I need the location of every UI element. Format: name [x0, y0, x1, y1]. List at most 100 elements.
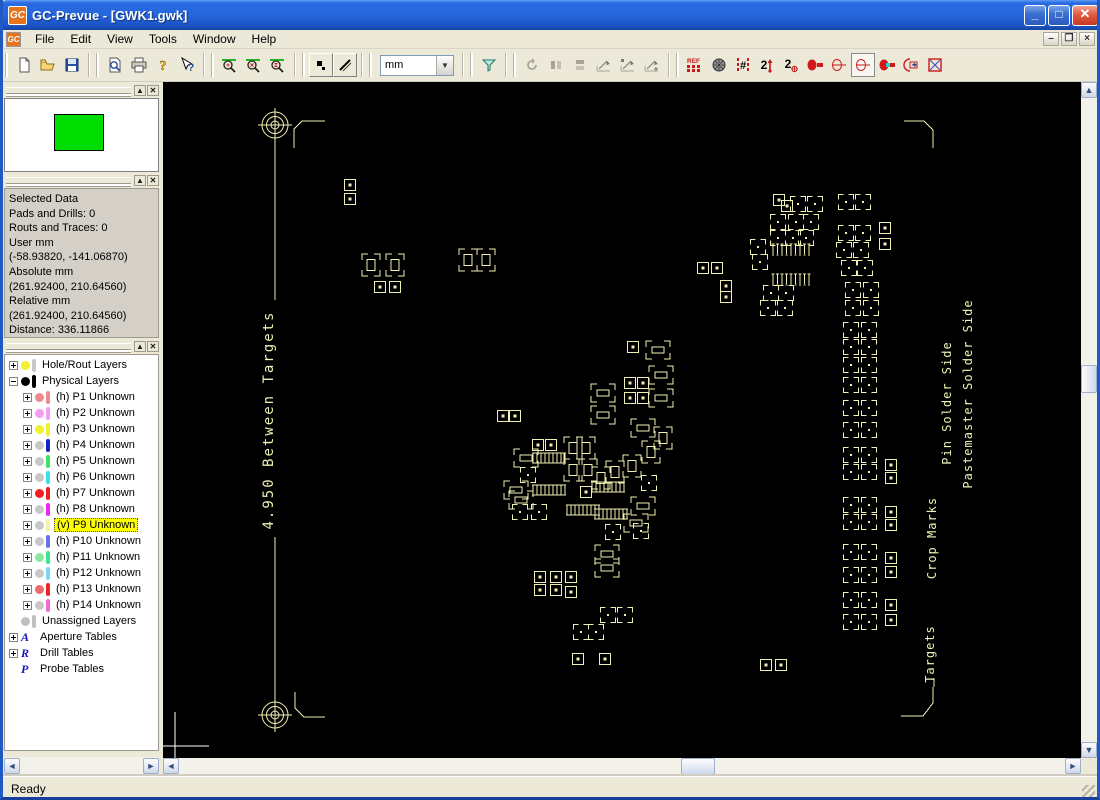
- scroll-up-icon[interactable]: ▲: [1081, 82, 1097, 98]
- vertical-scrollbar[interactable]: ▲ ▼: [1081, 82, 1097, 758]
- tree-item[interactable]: (h) P11 Unknown: [5, 549, 158, 565]
- zoom-extents-button[interactable]: [266, 53, 290, 77]
- board-overview-panel[interactable]: [4, 98, 159, 172]
- layer-color-dot-icon[interactable]: [35, 520, 44, 530]
- layer-color-dot-icon[interactable]: [35, 472, 44, 482]
- print-preview-button[interactable]: [103, 53, 127, 77]
- layer-label[interactable]: Drill Tables: [38, 647, 96, 659]
- collapse-icon[interactable]: [9, 376, 18, 386]
- layer-color-dot-icon[interactable]: [35, 456, 44, 466]
- layer-color-bar-icon[interactable]: [46, 582, 50, 596]
- units-combobox[interactable]: mm ▼: [380, 54, 454, 76]
- pad-outline-button[interactable]: [827, 53, 851, 77]
- print-button[interactable]: [127, 53, 151, 77]
- expand-icon[interactable]: [23, 456, 32, 466]
- tree-item[interactable]: (h) P5 Unknown: [5, 453, 158, 469]
- expand-icon[interactable]: [23, 408, 32, 418]
- pad-fill-cyan-button[interactable]: [875, 53, 899, 77]
- layer-color-bar-icon[interactable]: [46, 438, 50, 452]
- layer-label[interactable]: (h) P4 Unknown: [54, 439, 137, 451]
- two-up-button[interactable]: 2: [755, 53, 779, 77]
- menu-help[interactable]: Help: [244, 30, 285, 48]
- expand-icon[interactable]: [23, 472, 32, 482]
- open-button[interactable]: [36, 53, 60, 77]
- layer-color-bar-icon[interactable]: [46, 470, 50, 484]
- scroll-left-icon[interactable]: ◄: [4, 757, 20, 774]
- child-minimize-button[interactable]: –: [1043, 32, 1059, 46]
- maximize-button[interactable]: □: [1048, 4, 1070, 26]
- tree-item[interactable]: (h) P14 Unknown: [5, 597, 158, 613]
- layer-color-dot-icon[interactable]: [35, 552, 44, 562]
- layer-color-bar-icon[interactable]: [46, 502, 50, 516]
- layer-color-dot-icon[interactable]: [21, 376, 30, 386]
- expand-icon[interactable]: [9, 632, 18, 642]
- tree-item[interactable]: (h) P6 Unknown: [5, 469, 158, 485]
- panel-close-icon[interactable]: ✕: [147, 175, 159, 186]
- menu-edit[interactable]: Edit: [62, 30, 99, 48]
- layer-color-dot-icon[interactable]: [21, 360, 30, 370]
- tree-item[interactable]: A Aperture Tables: [5, 629, 158, 645]
- layer-color-dot-icon[interactable]: [35, 424, 44, 434]
- panel-gripper[interactable]: [6, 177, 131, 184]
- panel-collapse-icon[interactable]: ▲: [134, 175, 146, 186]
- tree-item[interactable]: Hole/Rout Layers: [5, 357, 158, 373]
- pad-mode-toggle[interactable]: [309, 53, 333, 77]
- layer-label[interactable]: Probe Tables: [38, 663, 106, 675]
- context-help-button[interactable]: ?: [175, 53, 199, 77]
- tree-item[interactable]: (h) P4 Unknown: [5, 437, 158, 453]
- layer-color-bar-icon[interactable]: [46, 454, 50, 468]
- layer-color-dot-icon[interactable]: [35, 536, 44, 546]
- menu-tools[interactable]: Tools: [141, 30, 185, 48]
- save-button[interactable]: [60, 53, 84, 77]
- expand-icon[interactable]: [23, 488, 32, 498]
- layer-label[interactable]: (h) P3 Unknown: [54, 423, 137, 435]
- layer-color-dot-icon[interactable]: [35, 392, 44, 402]
- expand-icon[interactable]: [23, 568, 32, 578]
- trace-mode-toggle[interactable]: [333, 53, 357, 77]
- expand-icon[interactable]: [23, 536, 32, 546]
- layer-color-bar-icon[interactable]: [46, 534, 50, 548]
- layer-color-bar-icon[interactable]: [46, 566, 50, 580]
- scroll-left-icon[interactable]: ◄: [163, 758, 179, 774]
- expand-icon[interactable]: [23, 552, 32, 562]
- pad-outline-active-button[interactable]: [851, 53, 875, 77]
- copy-rotate-button[interactable]: [899, 53, 923, 77]
- layer-color-bar-icon[interactable]: [46, 598, 50, 612]
- layer-color-bar-icon[interactable]: [32, 358, 36, 372]
- tree-item[interactable]: (h) P1 Unknown: [5, 389, 158, 405]
- layer-color-dot-icon[interactable]: [35, 568, 44, 578]
- layer-color-bar-icon[interactable]: [46, 422, 50, 436]
- layer-label[interactable]: (h) P5 Unknown: [54, 455, 137, 467]
- panel-gripper[interactable]: [6, 87, 131, 94]
- tree-item[interactable]: (h) P3 Unknown: [5, 421, 158, 437]
- document-icon[interactable]: GC: [6, 31, 21, 47]
- layer-label[interactable]: (h) P6 Unknown: [54, 471, 137, 483]
- scroll-down-icon[interactable]: ▼: [1081, 742, 1097, 758]
- layer-color-bar-icon[interactable]: [46, 518, 50, 532]
- tree-horizontal-scrollbar[interactable]: ◄ ►: [4, 757, 159, 774]
- menu-window[interactable]: Window: [185, 30, 244, 48]
- layer-color-bar-icon[interactable]: [46, 486, 50, 500]
- layer-color-dot-icon[interactable]: [35, 504, 44, 514]
- panel-gripper[interactable]: [6, 343, 131, 350]
- expand-icon[interactable]: [23, 520, 32, 530]
- scroll-right-icon[interactable]: ►: [143, 757, 159, 774]
- expand-icon[interactable]: [23, 504, 32, 514]
- menu-file[interactable]: File: [27, 30, 62, 48]
- layer-color-dot-icon[interactable]: [21, 616, 30, 626]
- tree-item[interactable]: Unassigned Layers: [5, 613, 158, 629]
- tree-item[interactable]: (h) P13 Unknown: [5, 581, 158, 597]
- vertical-scroll-thumb[interactable]: [1081, 365, 1097, 393]
- layer-color-bar-icon[interactable]: [32, 374, 36, 388]
- layer-label[interactable]: Hole/Rout Layers: [40, 359, 129, 371]
- tree-item[interactable]: Physical Layers: [5, 373, 158, 389]
- filter-button[interactable]: [477, 53, 501, 77]
- layer-label[interactable]: (h) P14 Unknown: [54, 599, 143, 611]
- layer-color-bar-icon[interactable]: [32, 614, 36, 628]
- layer-label[interactable]: (h) P1 Unknown: [54, 391, 137, 403]
- layer-label[interactable]: Physical Layers: [40, 375, 121, 387]
- tree-item[interactable]: P Probe Tables: [5, 661, 158, 677]
- layer-color-dot-icon[interactable]: [35, 488, 44, 498]
- tree-item[interactable]: R Drill Tables: [5, 645, 158, 661]
- combo-arrow-icon[interactable]: ▼: [436, 55, 453, 75]
